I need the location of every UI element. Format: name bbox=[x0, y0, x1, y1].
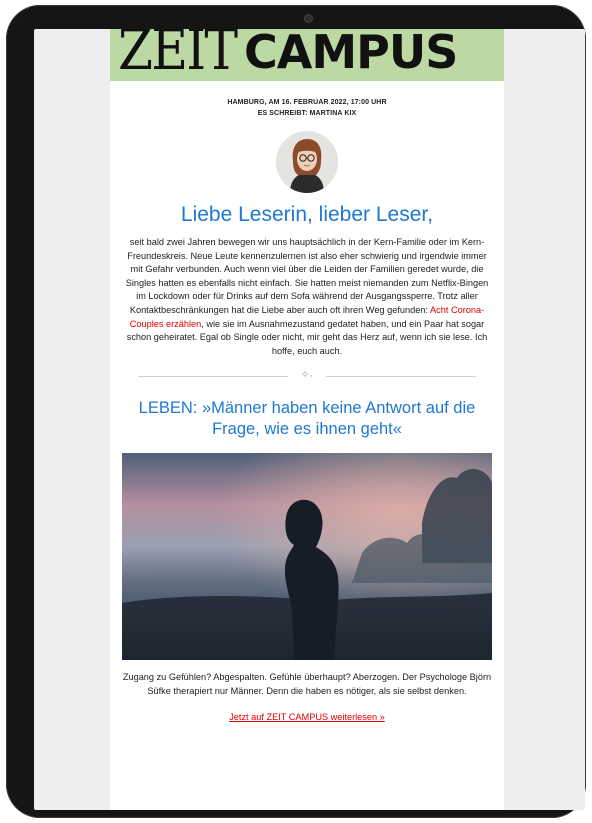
meta-block: HAMBURG, AM 16. FEBRUAR 2022, 17:00 UHR … bbox=[110, 97, 504, 119]
author-line: ES SCHREIBT: MARTINA KIX bbox=[257, 110, 357, 117]
screen: ZEIT CAMPUS HAMBURG, AM 16. FEBRUAR 2022… bbox=[34, 29, 585, 810]
logo-zeit: ZEIT bbox=[118, 29, 238, 81]
article-teaser: Zugang zu Gefühlen? Abgespalten. Gefühle… bbox=[122, 672, 492, 696]
greeting-heading: Liebe Leserin, lieber Leser, bbox=[180, 203, 434, 226]
author-avatar bbox=[276, 131, 338, 193]
read-more-link[interactable]: Jetzt auf ZEIT CAMPUS weiterlesen » bbox=[229, 712, 385, 722]
article-photo[interactable] bbox=[122, 453, 492, 661]
intro-text-before: seit bald zwei Jahren bewegen wir uns ha… bbox=[125, 237, 489, 315]
intro-paragraph: seit bald zwei Jahren bewegen wir uns ha… bbox=[110, 236, 504, 358]
sparkle-icon: ✧˖ bbox=[300, 369, 314, 382]
dateline: HAMBURG, AM 16. FEBRUAR 2022, 17:00 UHR bbox=[227, 99, 387, 106]
camera-icon bbox=[304, 14, 313, 23]
newsletter-email: ZEIT CAMPUS HAMBURG, AM 16. FEBRUAR 2022… bbox=[110, 29, 504, 810]
divider-line-left bbox=[138, 376, 288, 378]
logo-campus: CAMPUS bbox=[244, 29, 458, 79]
section-divider: ✧˖ bbox=[138, 366, 476, 386]
divider-line-right bbox=[326, 376, 476, 378]
masthead: ZEIT CAMPUS bbox=[110, 29, 504, 81]
zeit-campus-logo[interactable]: ZEIT CAMPUS bbox=[118, 29, 458, 81]
read-more: Jetzt auf ZEIT CAMPUS weiterlesen » bbox=[110, 712, 504, 722]
tablet-frame: ZEIT CAMPUS HAMBURG, AM 16. FEBRUAR 2022… bbox=[6, 5, 586, 818]
article-headline[interactable]: LEBEN: »Männer haben keine Antwort auf d… bbox=[110, 398, 504, 440]
